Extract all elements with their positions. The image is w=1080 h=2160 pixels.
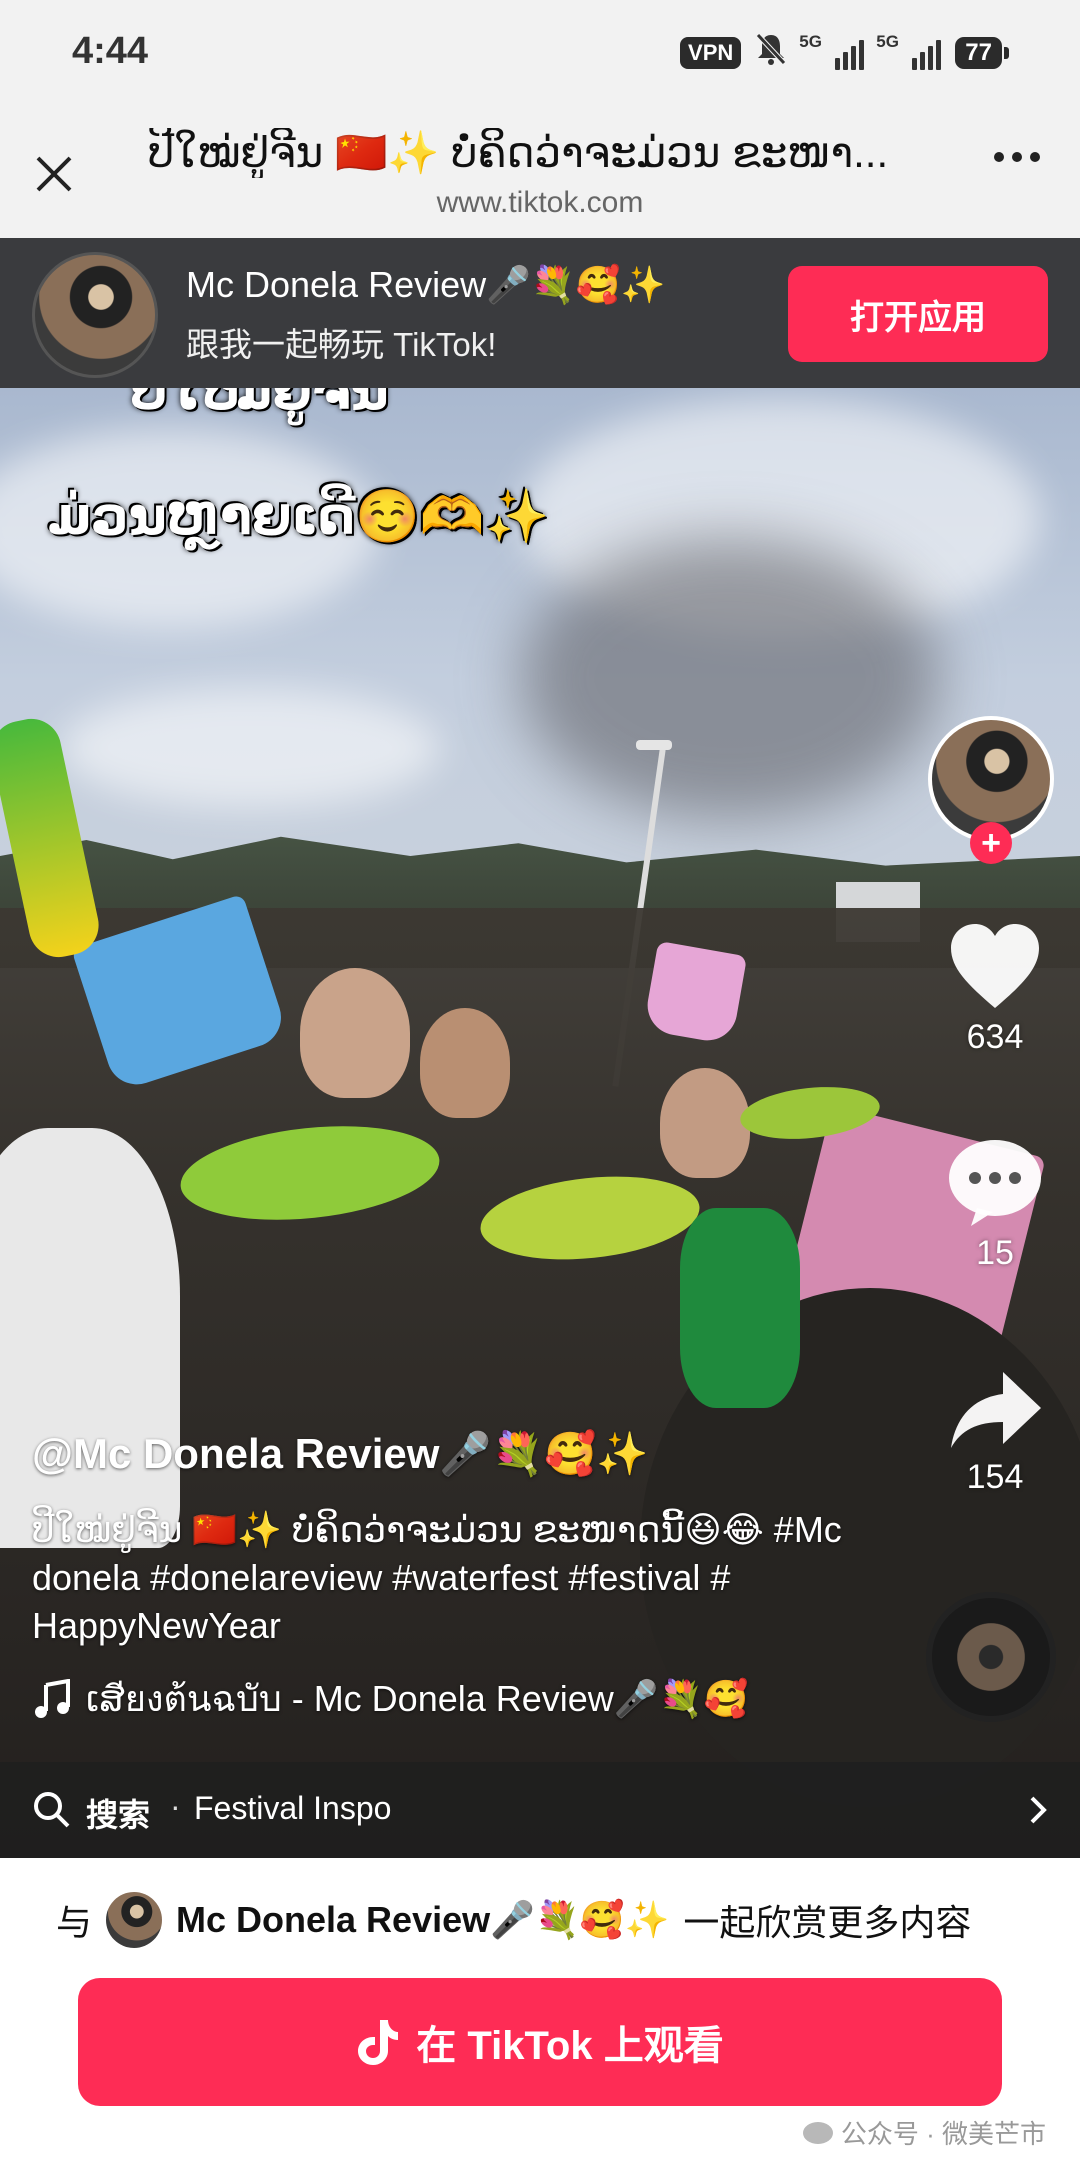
battery-icon: 77 [955, 37, 1009, 69]
page-url: www.tiktok.com [436, 186, 644, 219]
bottom-promo: 与 Mc Donela Review🎤💐🥰✨ 一起欣赏更多内容 在 TikTok… [0, 1858, 1080, 2160]
more-icon-dot [994, 152, 1004, 162]
tiktok-logo-icon [358, 2020, 399, 2065]
promo-prefix: 与 [56, 1902, 93, 1943]
vpn-badge: VPN [680, 37, 742, 69]
video-overlay-text-top: ປີໃໝ່ຢູ່ຈີນ [130, 388, 389, 421]
video-lamp-head [636, 740, 672, 750]
search-query: Festival Inspo [194, 1790, 392, 1826]
more-icon-dot [1012, 152, 1022, 162]
caption-username[interactable]: @Mc Donela Review🎤💐🥰✨ [32, 1430, 649, 1479]
signal-5g-icon-2: 5G [876, 32, 942, 70]
promo-account-name: Mc Donela Review🎤💐🥰✨ [176, 1899, 670, 1940]
status-icons: VPN 5G 5G 77 [680, 32, 1009, 74]
comment-button[interactable]: 15 [940, 1138, 1050, 1273]
share-button[interactable]: 154 [940, 1368, 1050, 1497]
status-bar: 4:44 VPN 5G 5G 77 [0, 0, 1080, 100]
video-overlay-text: ມ່ວນຫຼາຍເດີ☺️🫶✨ [48, 488, 550, 546]
search-icon [34, 1792, 70, 1828]
video-person-green-shirt [680, 1208, 800, 1408]
music-disc-icon[interactable] [926, 1592, 1056, 1722]
watch-button-label: 在 TikTok 上观看 [416, 2024, 724, 2068]
video-person-face [300, 968, 410, 1098]
wechat-icon [802, 2121, 833, 2144]
watermark: 公众号 · 微美芒市 [802, 2114, 1046, 2151]
video-person-foreground [0, 1128, 180, 1548]
comment-count: 15 [976, 1234, 1014, 1272]
like-count: 634 [966, 1018, 1024, 1056]
banner-subtitle: 跟我一起畅玩 TikTok! [186, 326, 497, 363]
search-suggestion-bar[interactable]: 搜索 · Festival Inspo [0, 1762, 1080, 1858]
banner-account-name: Mc Donela Review🎤💐🥰✨ [186, 264, 666, 305]
heart-icon [951, 924, 1039, 1008]
watermark-text: 公众号 · 微美芒市 [840, 2119, 1046, 2149]
mute-bell-icon [755, 32, 787, 74]
video-player[interactable]: ປີໃໝ່ຢູ່ຈີນ ມ່ວນຫຼາຍເດີ☺️🫶✨ + 634 15 154… [0, 388, 1080, 1858]
more-icon-dot [1030, 152, 1040, 162]
watch-on-tiktok-button[interactable]: 在 TikTok 上观看 [78, 1978, 1002, 2106]
share-count: 154 [966, 1458, 1024, 1496]
caption-music[interactable]: ເສียงต้นฉบับ - Mc Donela Review🎤💐🥰 [32, 1670, 748, 1727]
signal-5g-icon: 5G [799, 32, 865, 70]
page-title: ປີໃໝ່ຢູ່ຈີນ 🇨🇳✨ ບໍ່ຄິດວ່າຈະມ່ວນ ຂະໜາ... [148, 129, 889, 176]
browser-header: ປີໃໝ່ຢູ່ຈີນ 🇨🇳✨ ບໍ່ຄິດວ່າຈະມ່ວນ ຂະໜາ... … [0, 100, 1080, 238]
status-time: 4:44 [72, 30, 149, 72]
avatar[interactable] [32, 252, 158, 378]
share-icon [951, 1372, 1041, 1448]
app-banner: Mc Donela Review🎤💐🥰✨ 跟我一起畅玩 TikTok! 打开应用 [0, 238, 1080, 388]
video-person-face [660, 1068, 750, 1178]
music-title: ເສียงต้นฉบับ - Mc Donela Review🎤💐🥰 [86, 1678, 749, 1719]
search-label: 搜索 [86, 1797, 151, 1833]
like-button[interactable]: 634 [940, 922, 1050, 1057]
chevron-right-icon [1030, 1796, 1047, 1824]
caption-text: ປີໃໝ່ຢູ່ຈີນ 🇨🇳✨ ບໍ່ຄິດວ່າຈະມ່ວນ ຂະໜາດນີ້… [32, 1509, 842, 1646]
video-cloud [60, 688, 440, 808]
promo-row: 与 Mc Donela Review🎤💐🥰✨ 一起欣赏更多内容 [56, 1892, 971, 1948]
open-app-button[interactable]: 打开应用 [788, 266, 1048, 362]
more-button[interactable] [994, 152, 1040, 162]
avatar [106, 1892, 163, 1948]
video-person-face [420, 1008, 510, 1118]
video-smoke [520, 538, 940, 818]
follow-plus-icon[interactable]: + [970, 822, 1012, 864]
promo-suffix: 一起欣赏更多内容 [683, 1902, 972, 1943]
music-note-icon [35, 1678, 70, 1718]
search-separator: · [170, 1788, 181, 1824]
comment-icon [949, 1140, 1041, 1226]
